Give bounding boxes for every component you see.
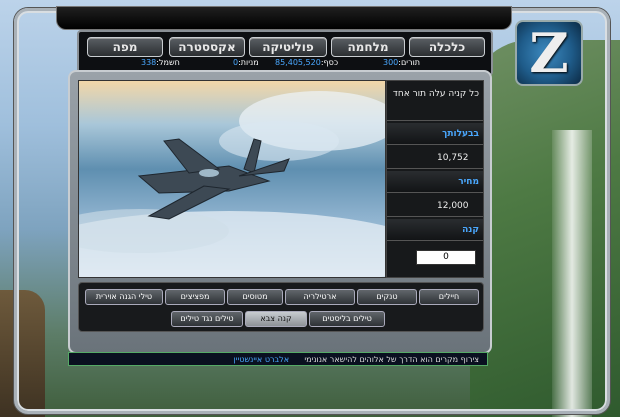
owned-value: 10,752 <box>387 147 483 169</box>
nav-war-button[interactable]: מלחמה <box>331 37 405 57</box>
owned-label: בבעלותך <box>387 123 483 145</box>
tab-anti-missile-missiles[interactable]: טילים נגד טילים <box>171 311 243 327</box>
buy-quantity-input[interactable]: 0 <box>416 250 476 265</box>
quote-text: צירוף מקרים הוא הדרך של אלוהים להישאר אנ… <box>304 355 479 364</box>
quote-author: אלברט איינשטיין <box>233 355 290 364</box>
unit-tabs-panel: חיילים טנקים ארטילריה מטוסים מפציצים טיל… <box>78 282 484 332</box>
unit-description: כל קניה עלה תור אחד <box>387 81 483 121</box>
quote-bar: צירוף מקרים הוא הדרך של אלוהים להישאר אנ… <box>68 352 488 366</box>
nav-economy-button[interactable]: כלכלה <box>409 37 485 57</box>
top-bar <box>56 6 512 30</box>
nav-map-button[interactable]: מפה <box>87 37 163 57</box>
nav-extra-button[interactable]: אקססטרה <box>169 37 245 57</box>
price-label: מחיר <box>387 171 483 193</box>
price-value: 12,000 <box>387 195 483 217</box>
logo: Z <box>515 20 583 86</box>
tab-bombers[interactable]: מפציצים <box>165 289 225 305</box>
unit-image <box>78 80 386 278</box>
status-money: כסף:85,405,520 <box>275 58 339 67</box>
buy-label: קנה <box>387 219 483 241</box>
tab-buy-army[interactable]: קנה צבא <box>245 311 307 327</box>
nav-politics-button[interactable]: פוליטיקה <box>249 37 327 57</box>
tab-tanks[interactable]: טנקים <box>357 289 417 305</box>
unit-info-panel: כל קניה עלה תור אחד בבעלותך 10,752 מחיר … <box>386 80 484 278</box>
status-points: מניות:0 <box>233 58 259 67</box>
logo-z-icon: Z <box>529 21 569 85</box>
fighter-jet-image <box>79 91 385 277</box>
tab-air-defense-missiles[interactable]: טילי הגנה אוירית <box>85 289 163 305</box>
tab-artillery[interactable]: ארטילריה <box>285 289 355 305</box>
status-turns: תורים:300 <box>383 58 421 67</box>
status-power: חשמל:338 <box>141 58 180 67</box>
tab-soldiers[interactable]: חיילים <box>419 289 479 305</box>
tab-planes[interactable]: מטוסים <box>227 289 283 305</box>
tab-ballistic-missiles[interactable]: טילים בליסטים <box>309 311 385 327</box>
